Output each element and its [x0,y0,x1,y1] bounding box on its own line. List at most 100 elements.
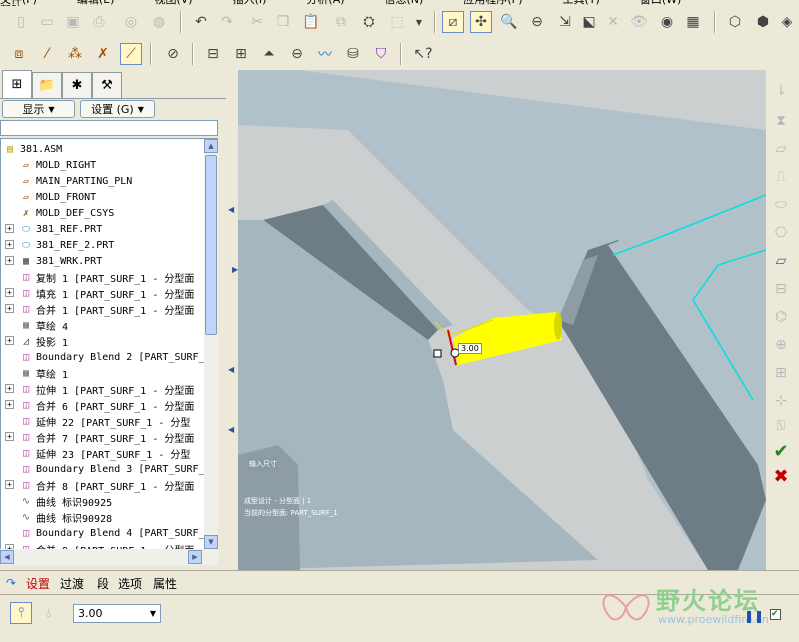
new-icon[interactable]: ▯ [10,11,32,33]
tree-item[interactable]: + ◫ 填充 1 [PART_SURF_1 - 分型面 [5,285,194,301]
tree-item[interactable]: ▱ MOLD_RIGHT [19,157,96,173]
datum-axis-tool-icon[interactable]: ⁄ [36,43,58,65]
round-icon[interactable]: ⬭ [770,194,792,216]
mold-component-icon[interactable]: ⛉ [370,43,392,65]
pattern-icon[interactable]: ⇂ [770,80,792,102]
tab-transition[interactable]: 过渡 [60,575,84,592]
paste-special-icon[interactable]: ⧉ [330,11,352,33]
trim-icon[interactable]: ⌬ [770,306,792,328]
tree-item[interactable]: ∿ 曲线 标识90925 [19,493,112,509]
tab-segment[interactable]: 段 [97,575,109,592]
menu-item[interactable]: 分析(A) [306,0,344,5]
collapse-left-icon[interactable]: ◀ [228,205,234,214]
menu-item[interactable]: 窗口(W) [640,0,681,5]
tree-item[interactable]: ◫ Boundary Blend 3 [PART_SURF_ [19,461,205,477]
merge-icon[interactable]: ⊟ [770,278,792,300]
expand-icon[interactable]: + [5,384,14,393]
tree-item[interactable]: + ⬭ 381_REF_2.PRT [5,237,114,253]
tree-item[interactable]: ◫ 复制 1 [PART_SURF_1 - 分型面 [19,269,194,285]
navigator-splitter[interactable]: ◀ ▶ ◀ ◀ [226,70,238,570]
scroll-up-icon[interactable]: ▲ [204,139,218,153]
datum-csys-tool-icon[interactable]: ✗ [92,43,114,65]
tree-item[interactable]: + ◫ 合并 7 [PART_SURF_1 - 分型面 [5,429,194,445]
expand-icon[interactable]: + [5,256,14,265]
expand-icon[interactable]: + [5,304,14,313]
tree-item[interactable]: ✗ MOLD_DEF_CSYS [19,205,114,221]
shrink-icon[interactable]: ⏶ [258,43,280,65]
preview-checkbox[interactable]: ✔ [770,609,781,620]
tree-item[interactable]: + ◫ 拉伸 1 [PART_SURF_1 - 分型面 [5,381,194,397]
tab-options[interactable]: 选项 [118,575,142,592]
thicken-mode-icon[interactable]: ⫯ [10,602,32,624]
menu-item[interactable]: 插入(I) [233,0,267,5]
x-icon[interactable]: ✖ [770,465,792,487]
tab-properties[interactable]: 属性 [153,575,177,592]
tab-settings[interactable]: 设置 [26,575,50,592]
show-icon[interactable]: 👁 [628,11,650,33]
remove-mode-icon[interactable]: ⫰ [38,602,60,624]
dropdown-arrow-icon[interactable]: ▼ [408,11,430,33]
thickness-input[interactable]: 3.00 ▼ [73,604,161,623]
offset-icon[interactable]: ⊞ [770,362,792,384]
tree-item[interactable]: ◫ Boundary Blend 4 [PART_SURF_ [19,525,205,541]
measure-icon[interactable]: ⊖ [286,43,308,65]
boundary-icon[interactable]: ⎍ [770,166,792,188]
menu-item[interactable]: 2nd ... [79,5,114,6]
dimension-label[interactable]: 3.00 [458,343,482,354]
menu-item[interactable]: 帮助(H) [0,5,39,6]
extend-icon[interactable]: ⊕ [770,334,792,356]
print-icon[interactable]: ⎙ [88,11,110,33]
volume-split-icon[interactable]: ⛁ [342,43,364,65]
folder-browser-tab[interactable]: 📁 [32,72,62,98]
favorites-tab[interactable]: ✱ [62,72,92,98]
undo-icon[interactable]: ↶ [190,11,212,33]
tree-item[interactable]: + ◫ 合并 1 [PART_SURF_1 - 分型面 [5,301,194,317]
scroll-thumb[interactable] [205,155,217,335]
copy-icon[interactable]: ❐ [272,11,294,33]
scroll-left-icon[interactable]: ◀ [0,550,14,564]
model-tree-tab[interactable]: ⊞ [2,70,32,98]
zoom-out-icon[interactable]: ⊖ [526,11,548,33]
fill-icon[interactable]: ⎔ [770,222,792,244]
tree-item[interactable]: + ⬭ 381_REF.PRT [5,221,102,237]
display-dropdown[interactable]: 显示 ▼ [2,100,75,118]
connections-tab[interactable]: ⚒ [92,72,122,98]
menu-item[interactable]: 信息(N) [385,0,424,5]
expand-icon[interactable]: + [5,224,14,233]
expand-icon[interactable]: + [5,400,14,409]
refit-icon[interactable]: ⇲ [554,11,576,33]
tree-item[interactable]: ∿ 曲线 标识90928 [19,509,112,525]
layer-icon[interactable]: ▦ [682,11,704,33]
checkmark-icon[interactable]: ✔ [770,440,792,462]
menu-item[interactable]: 应用程序(P) [463,0,522,5]
tree-item[interactable]: + ◿ 投影 1 [5,333,68,349]
mold-layout-icon[interactable]: ⊟ [202,43,224,65]
tree-item[interactable]: ◫ 延伸 22 [PART_SURF_1 - 分型 [19,413,190,429]
cut-icon[interactable]: ✂ [246,11,268,33]
scroll-down-icon[interactable]: ▼ [204,535,218,549]
tree-item[interactable]: ▩ 草绘 4 [19,317,68,333]
tree-item[interactable]: ◫ 延伸 23 [PART_SURF_1 - 分型 [19,445,190,461]
blend-icon[interactable]: ⧗ [770,110,792,132]
thicken-icon[interactable]: ⏥ [770,250,792,272]
project-icon[interactable]: ⍂ [770,415,792,437]
hidden-line-icon[interactable]: ⬢ [752,11,774,33]
drag-handle[interactable] [433,349,442,358]
save-icon[interactable]: ▣ [62,11,84,33]
sweep-icon[interactable]: ▱ [770,138,792,160]
tree-item[interactable]: ▤ 381.ASM [3,141,62,157]
orient-icon[interactable]: ⬕ [578,11,600,33]
menu-item[interactable]: 视图(V) [154,0,192,5]
chevron-down-icon[interactable]: ▼ [150,609,156,618]
annotation-display-icon[interactable]: ⊘ [162,43,184,65]
window-icon[interactable]: ◎ [120,11,142,33]
expand-icon[interactable]: + [5,240,14,249]
expand-icon[interactable]: + [5,288,14,297]
zoom-in-icon[interactable]: 🔍 [498,11,520,33]
collapse-left-icon[interactable]: ◀ [228,425,234,434]
expand-icon[interactable]: + [5,336,14,345]
collapse-left-icon[interactable]: ◀ [228,365,234,374]
graphics-window[interactable]: 3.00 输入尺寸 成型设计 - 分型面 | 1 当前的分型面: PART_SU… [238,70,766,570]
datum-plane-tool-icon[interactable]: ⧈ [8,43,30,65]
tree-vertical-scrollbar[interactable]: ▲ ▼ [204,139,218,549]
